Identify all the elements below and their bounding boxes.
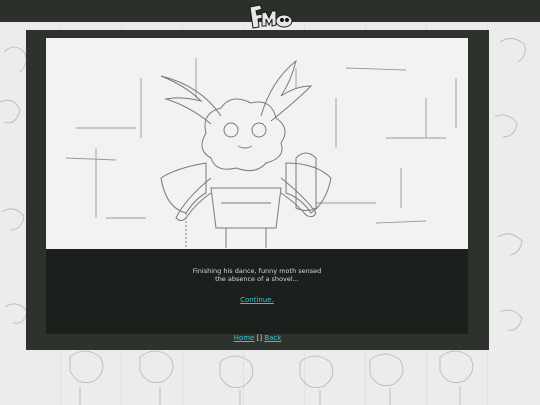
site-logo-icon[interactable]	[246, 3, 294, 33]
nav-separator: []	[256, 334, 263, 342]
continue-link[interactable]: Continue.	[46, 296, 468, 304]
moth-character-drawing	[65, 58, 457, 249]
panel-caption: Finishing his dance, funny moth sensed t…	[192, 267, 322, 283]
page-nav: Home [] Back	[26, 334, 489, 342]
comic-text-panel: Finishing his dance, funny moth sensed t…	[46, 249, 468, 334]
home-link[interactable]: Home	[234, 334, 255, 342]
comic-panel-image	[46, 38, 468, 249]
back-link[interactable]: Back	[264, 334, 281, 342]
